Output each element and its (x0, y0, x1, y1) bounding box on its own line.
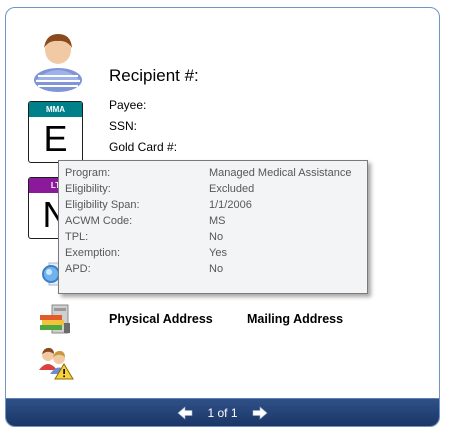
tooltip-row: Eligibility: Excluded (59, 181, 367, 197)
pager-text: 1 of 1 (207, 405, 238, 420)
ssn-label: SSN: (109, 119, 138, 133)
tooltip-label: ACWM Code: (65, 215, 133, 227)
tooltip-row: TPL: No (59, 229, 367, 245)
tooltip-value: Managed Medical Assistance (209, 167, 352, 179)
tooltip-label: Eligibility: (65, 183, 111, 195)
payee-label: Payee: (109, 98, 147, 112)
pager-bar: 1 of 1 (6, 398, 439, 426)
tooltip-row: Program: Managed Medical Assistance (59, 165, 367, 181)
eligibility-tooltip: Program: Managed Medical Assistance Eligi… (58, 160, 368, 294)
tooltip-value: No (209, 231, 224, 243)
mma-badge[interactable]: MMA E (28, 101, 83, 163)
tooltip-row: Eligibility Span: 1/1/2006 (59, 197, 367, 213)
tooltip-label: APD: (65, 263, 91, 275)
tooltip-value: No (209, 263, 224, 275)
tooltip-row: Exemption: Yes (59, 245, 367, 261)
arrow-left-icon[interactable] (177, 405, 193, 421)
tooltip-row: ACWM Code: MS (59, 213, 367, 229)
mma-badge-letter: E (43, 118, 68, 159)
tooltip-value: Excluded (209, 183, 255, 195)
physical-address-label: Physical Address (109, 312, 213, 326)
tooltip-label: TPL: (65, 231, 89, 243)
address-book-icon[interactable] (38, 303, 72, 337)
person-avatar-icon (32, 30, 84, 92)
mma-badge-header: MMA (29, 102, 82, 117)
tooltip-value: Yes (209, 247, 227, 259)
tooltip-label: Exemption: (65, 247, 121, 259)
mailing-address-label: Mailing Address (247, 312, 344, 326)
contacts-warning-icon[interactable] (38, 346, 74, 380)
tooltip-value: MS (209, 215, 226, 227)
gold-card-label: Gold Card #: (109, 140, 178, 154)
recipient-title: Recipient #: (109, 66, 199, 85)
arrow-right-icon[interactable] (252, 405, 268, 421)
tooltip-label: Eligibility Span: (65, 199, 140, 211)
tooltip-label: Program: (65, 167, 111, 179)
tooltip-row: APD: No (59, 261, 367, 277)
tooltip-value: 1/1/2006 (209, 199, 252, 211)
